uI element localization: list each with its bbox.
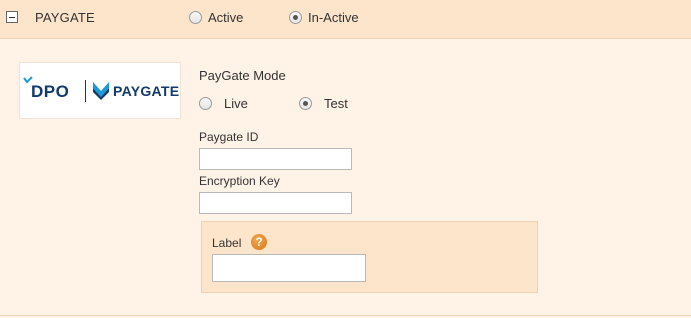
paygate-id-label: Paygate ID	[199, 130, 259, 144]
payment-method-header: PAYGATE Active In-Active	[0, 0, 691, 39]
mode-live-radio[interactable]	[199, 97, 212, 110]
logo-dpo-text: DPO	[31, 82, 70, 101]
status-inactive-label[interactable]: In-Active	[308, 10, 359, 25]
collapse-icon[interactable]	[6, 11, 18, 23]
section-divider	[0, 315, 691, 316]
status-active-label[interactable]: Active	[208, 10, 243, 25]
paygate-chevron-icon	[93, 82, 109, 100]
mode-test-radio[interactable]	[299, 97, 312, 110]
paygate-mode-title: PayGate Mode	[199, 68, 286, 83]
help-icon[interactable]: ?	[251, 234, 267, 250]
paygate-logo: DPO PAYGATE	[19, 62, 181, 119]
label-input[interactable]	[212, 254, 366, 282]
label-field-label: Label	[212, 236, 242, 250]
status-inactive-radio[interactable]	[289, 11, 302, 24]
paygate-id-input[interactable]	[199, 148, 352, 170]
logo-paygate-text: PAYGATE	[113, 83, 180, 99]
logo-separator	[85, 80, 86, 102]
status-active-radio[interactable]	[189, 11, 202, 24]
encryption-key-input[interactable]	[199, 192, 352, 214]
payment-method-title: PAYGATE	[35, 10, 95, 25]
encryption-key-label: Encryption Key	[199, 174, 280, 188]
mode-live-label[interactable]: Live	[224, 96, 248, 111]
mode-test-label[interactable]: Test	[324, 96, 348, 111]
